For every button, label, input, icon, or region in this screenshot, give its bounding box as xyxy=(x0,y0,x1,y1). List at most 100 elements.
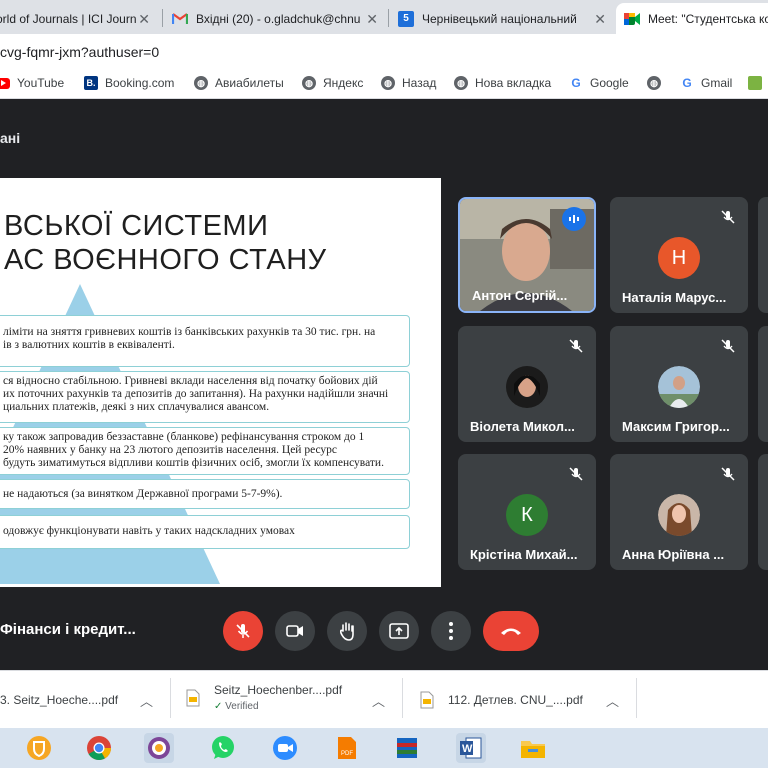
bookmark-label: Google xyxy=(590,76,629,90)
file-explorer-icon[interactable] xyxy=(518,733,548,763)
word-icon[interactable]: W xyxy=(456,733,486,763)
chevron-up-icon[interactable]: ︿ xyxy=(140,691,153,710)
download-item-3[interactable]: 112. Детлев. CNU_....pdf xyxy=(420,691,583,709)
globe-icon: ◍ xyxy=(647,76,661,90)
winrar-icon[interactable] xyxy=(392,733,422,763)
download-item-2[interactable]: Seitz_Hoechenber....pdf ✓ Verified xyxy=(186,683,342,712)
svg-text:PDF: PDF xyxy=(341,751,353,757)
url-text[interactable]: cvg-fqmr-jxm?authuser=0 xyxy=(0,44,159,60)
bookmark-label: Авиабилеты xyxy=(215,76,284,90)
tab-meet[interactable]: Meet: "Студентська ко xyxy=(616,3,768,34)
participant-tile-partial[interactable] xyxy=(758,326,768,442)
tab-title: orld of Journals | ICI Journ xyxy=(0,11,137,26)
whatsapp-icon[interactable] xyxy=(208,733,238,763)
participant-name: Наталія Марус... xyxy=(622,290,727,305)
participant-name: Віолета Микол... xyxy=(470,419,575,434)
tab-title: Вхідні (20) - o.gladchuk@chnu xyxy=(196,11,361,26)
bookmark-label: Нова вкладка xyxy=(475,76,552,90)
participant-tile-anton[interactable]: Антон Сергій... xyxy=(458,197,596,313)
globe-icon: ◍ xyxy=(194,76,208,90)
check-icon: ✓ xyxy=(214,701,223,712)
bookmark-unnamed[interactable]: ◍ xyxy=(647,76,668,90)
youtube-icon xyxy=(0,77,10,89)
mic-off-icon xyxy=(569,339,583,353)
tab-strip: orld of Journals | ICI Journ ✕ Вхідні (2… xyxy=(0,0,768,34)
app-icon xyxy=(748,76,762,90)
mic-toggle-button[interactable] xyxy=(223,611,263,651)
close-icon[interactable]: ✕ xyxy=(594,11,606,28)
svg-text:W: W xyxy=(462,743,473,755)
hang-up-icon xyxy=(501,628,521,635)
download-item-1[interactable]: 3. Seitz_Hoeche....pdf xyxy=(0,693,118,707)
participant-tile-kristina[interactable]: К Крістіна Михай... xyxy=(458,454,596,570)
pdf-file-icon xyxy=(420,691,434,709)
slide-title-line2: АС ВОЄННОГО СТАНУ xyxy=(4,244,327,276)
presentation-slide: ВСЬКОЇ СИСТЕМИ АС ВОЄННОГО СТАНУ ліміти … xyxy=(0,178,441,587)
meeting-name: Фінанси і кредит... xyxy=(0,621,136,638)
bookmark-google[interactable]: G Google xyxy=(569,76,629,90)
participant-tile-partial[interactable] xyxy=(758,454,768,570)
mic-off-icon xyxy=(569,467,583,481)
participant-tile-maksym[interactable]: Максим Григор... xyxy=(610,326,748,442)
camera-toggle-button[interactable] xyxy=(275,611,315,651)
participant-name: Крістіна Михай... xyxy=(470,547,578,562)
globe-icon: ◍ xyxy=(454,76,468,90)
mic-off-icon xyxy=(721,339,735,353)
leave-call-button[interactable] xyxy=(483,611,539,651)
close-icon[interactable]: ✕ xyxy=(138,11,150,28)
bookmark-label: YouTube xyxy=(17,76,65,90)
slide-bullet-5: одовжує функціонувати навіть у таких над… xyxy=(0,515,410,549)
chevron-up-icon[interactable]: ︿ xyxy=(606,691,619,710)
chrome-icon[interactable] xyxy=(84,733,114,763)
bookmark-app[interactable] xyxy=(748,76,768,90)
participant-tile-violeta[interactable]: Віолета Микол... xyxy=(458,326,596,442)
participant-tile-nataliia[interactable]: Н Наталія Марус... xyxy=(610,197,748,313)
more-options-button[interactable] xyxy=(431,611,471,651)
taskbar xyxy=(0,728,768,768)
bookmark-youtube[interactable]: YouTube xyxy=(0,76,64,90)
participant-tile-partial[interactable] xyxy=(758,197,768,313)
tab-title: Meet: "Студентська ко xyxy=(648,11,768,26)
booking-icon: B. xyxy=(84,76,98,90)
participant-tile-anna[interactable]: Анна Юріївна ... xyxy=(610,454,748,570)
slide-bullet-1: ліміти на зняття гривневих коштів із бан… xyxy=(0,315,410,367)
avatar xyxy=(658,494,700,536)
tab-title: Чернівецький національний xyxy=(422,11,577,26)
globe-icon: ◍ xyxy=(302,76,316,90)
raise-hand-button[interactable] xyxy=(327,611,367,651)
gmail-icon xyxy=(172,11,188,27)
bookmark-yandex[interactable]: ◍ Яндекс xyxy=(302,76,363,90)
camera-icon xyxy=(286,625,303,637)
meet-icon xyxy=(624,11,640,27)
close-icon[interactable]: ✕ xyxy=(366,11,378,28)
google-icon: G xyxy=(569,76,583,90)
chevron-up-icon[interactable]: ︿ xyxy=(372,691,385,710)
zoom-icon[interactable] xyxy=(270,733,300,763)
bookmark-gmail[interactable]: G Gmail xyxy=(680,76,732,90)
bookmark-aviabilety[interactable]: ◍ Авиабилеты xyxy=(194,76,284,90)
bookmark-nazad[interactable]: ◍ Назад xyxy=(381,76,436,90)
participant-name: Максим Григор... xyxy=(622,419,730,434)
slide-bullet-2: ся відносно стабільною. Гривневі вклади … xyxy=(0,371,410,423)
avatar: Н xyxy=(658,237,700,279)
download-filename: 112. Детлев. CNU_....pdf xyxy=(448,693,583,707)
participant-name: Антон Сергій... xyxy=(472,288,568,303)
mic-off-icon xyxy=(721,210,735,224)
present-screen-button[interactable] xyxy=(379,611,419,651)
bookmark-booking[interactable]: B. Booking.com xyxy=(84,76,174,90)
slide-bullet-4: не надаються (за винятком Державної прог… xyxy=(0,479,410,509)
speaking-indicator-icon xyxy=(562,207,586,231)
bookmark-label: Назад xyxy=(402,76,437,90)
tab-university[interactable]: 5 Чернівецький національний ✕ xyxy=(398,3,612,34)
raise-hand-icon xyxy=(339,622,354,641)
tor-icon[interactable] xyxy=(144,733,174,763)
mic-off-icon xyxy=(721,467,735,481)
pdf-reader-icon[interactable]: PDF xyxy=(332,733,362,763)
tab-gmail[interactable]: Вхідні (20) - o.gladchuk@chnu ✕ xyxy=(172,3,384,34)
google-icon: G xyxy=(680,76,694,90)
bookmark-new-tab[interactable]: ◍ Нова вкладка xyxy=(454,76,551,90)
bookmark-label: Gmail xyxy=(701,76,733,90)
tab-journals[interactable]: orld of Journals | ICI Journ ✕ xyxy=(0,3,156,34)
bitwarden-icon[interactable] xyxy=(24,733,54,763)
avatar xyxy=(506,366,548,408)
